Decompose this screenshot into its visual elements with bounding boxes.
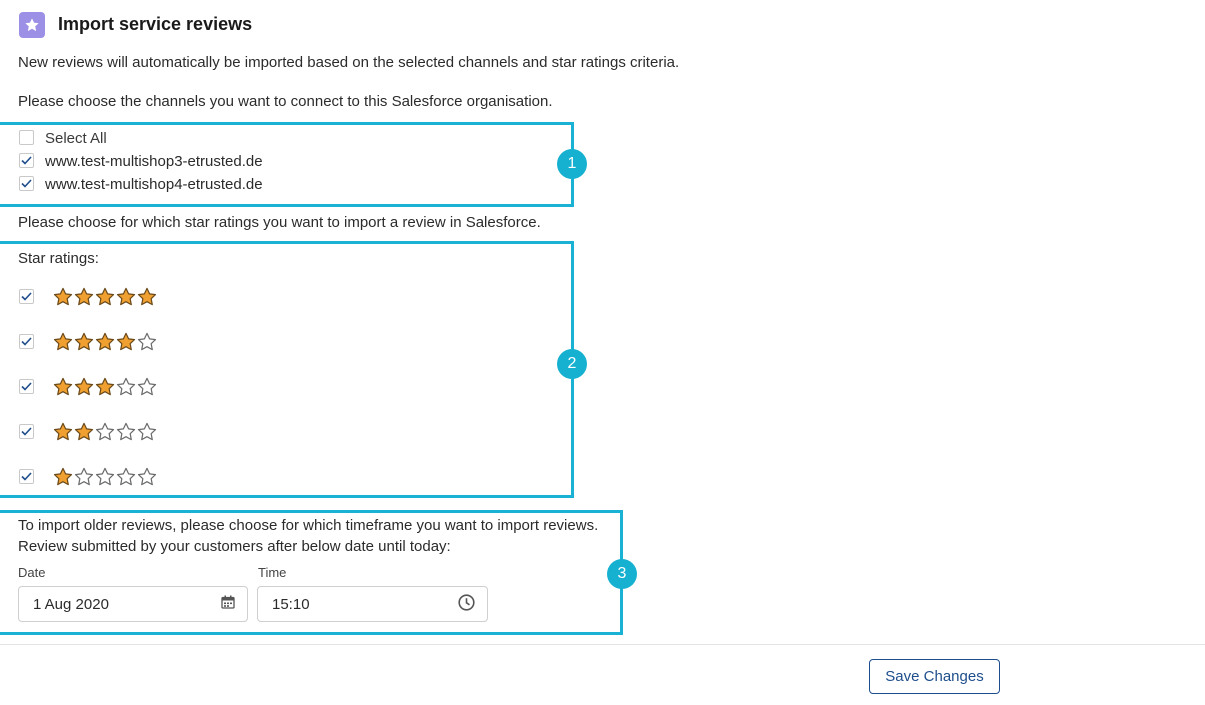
page-title: Import service reviews — [58, 14, 253, 34]
select-all-label: Select All — [45, 130, 107, 147]
channel-label-2: www.test-multishop4-etrusted.de — [45, 176, 263, 193]
timeframe-line-2: Review submitted by your customers after… — [18, 538, 451, 555]
star-empty-icon — [137, 377, 157, 400]
star-filled-icon — [116, 332, 136, 355]
clock-icon[interactable] — [458, 593, 475, 615]
star-filled-icon — [95, 377, 115, 400]
check-icon — [21, 382, 32, 391]
check-icon — [21, 156, 32, 165]
star-filled-icon — [53, 332, 73, 355]
annotation-box-ratings — [0, 241, 574, 498]
time-label: Time — [258, 565, 287, 580]
channel-checkbox-1[interactable] — [19, 153, 34, 168]
timeframe-line-1: To import older reviews, please choose f… — [18, 517, 599, 534]
star-rating-3 — [53, 377, 157, 400]
star-rating-4 — [53, 332, 157, 355]
star-empty-icon — [137, 467, 157, 490]
check-icon — [21, 427, 32, 436]
star-empty-icon — [95, 467, 115, 490]
channel-label-1: www.test-multishop3-etrusted.de — [45, 153, 263, 170]
star-empty-icon — [74, 467, 94, 490]
date-input[interactable]: 1 Aug 2020 — [18, 586, 248, 622]
star-filled-icon — [95, 332, 115, 355]
annotation-badge-1: 1 — [557, 149, 587, 179]
select-all-checkbox[interactable] — [19, 130, 34, 145]
annotation-badge-2: 2 — [557, 349, 587, 379]
date-value: 1 Aug 2020 — [33, 595, 109, 613]
check-icon — [21, 472, 32, 481]
footer-divider — [0, 644, 1205, 645]
star-filled-icon — [137, 287, 157, 310]
star-empty-icon — [116, 422, 136, 445]
calendar-icon[interactable] — [221, 595, 235, 613]
ratings-prompt: Please choose for which star ratings you… — [18, 214, 541, 231]
star-filled-icon — [74, 422, 94, 445]
star-rating-1 — [53, 467, 157, 490]
star-filled-icon — [53, 287, 73, 310]
check-icon — [21, 179, 32, 188]
star-filled-icon — [116, 287, 136, 310]
star-filled-icon — [53, 377, 73, 400]
star-empty-icon — [137, 332, 157, 355]
star-filled-icon — [74, 332, 94, 355]
star-empty-icon — [95, 422, 115, 445]
star-empty-icon — [116, 467, 136, 490]
star-rating-2 — [53, 422, 157, 445]
star-filled-icon — [74, 287, 94, 310]
star-rating-5 — [53, 287, 157, 310]
save-changes-button[interactable]: Save Changes — [869, 659, 1000, 694]
star-filled-icon — [53, 422, 73, 445]
star-empty-icon — [137, 422, 157, 445]
star-ratings-label: Star ratings: — [18, 250, 99, 267]
rating-checkbox-1[interactable] — [19, 469, 34, 484]
check-icon — [21, 292, 32, 301]
star-filled-icon — [74, 377, 94, 400]
check-icon — [21, 337, 32, 346]
star-empty-icon — [116, 377, 136, 400]
channels-prompt: Please choose the channels you want to c… — [18, 93, 553, 110]
star-filled-icon — [95, 287, 115, 310]
annotation-badge-3: 3 — [607, 559, 637, 589]
date-label: Date — [18, 565, 46, 580]
rating-checkbox-5[interactable] — [19, 289, 34, 304]
star-filled-icon — [53, 467, 73, 490]
intro-description: New reviews will automatically be import… — [18, 54, 680, 71]
rating-checkbox-3[interactable] — [19, 379, 34, 394]
time-value: 15:10 — [272, 595, 310, 613]
header-star-icon — [19, 12, 45, 38]
rating-checkbox-2[interactable] — [19, 424, 34, 439]
channel-checkbox-2[interactable] — [19, 176, 34, 191]
time-input[interactable]: 15:10 — [257, 586, 488, 622]
rating-checkbox-4[interactable] — [19, 334, 34, 349]
